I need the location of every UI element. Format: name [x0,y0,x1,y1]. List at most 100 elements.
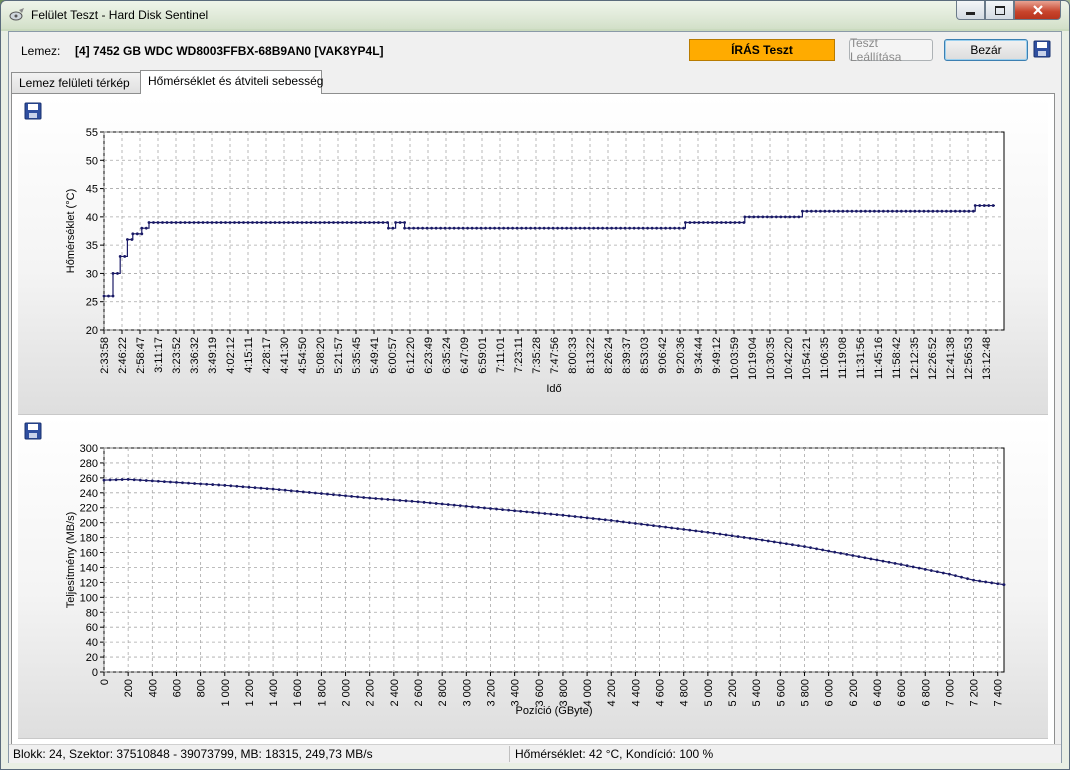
performance-point [537,511,541,515]
y-tick-label: 20 [86,325,98,337]
title-bar[interactable]: Felület Teszt - Hard Disk Sentinel [1,1,1069,29]
x-tick-label: 12:56:53 [963,337,975,380]
minimize-icon [966,11,975,15]
temperature-point [111,294,115,298]
performance-point [392,498,396,502]
temperature-point [628,226,631,230]
performance-point [791,543,794,547]
temperature-point [641,226,645,230]
x-tick-label: 11:45:16 [873,337,885,379]
performance-point [881,559,885,563]
x-tick-label: 6:23:49 [423,337,435,374]
performance-chart: 0 20 40 60 80 100 120 140 160 180 200 220 240 260 280 3… [65,443,1006,717]
x-tick-label: 1 000 [220,679,232,707]
x-tick-label: 6 800 [920,679,932,707]
window-title: Felület Teszt - Hard Disk Sentinel [31,8,209,22]
performance-point [362,496,366,499]
performance-point [978,579,982,583]
temperature-point [711,221,714,224]
performance-point [247,485,251,489]
temperature-point [403,221,406,224]
temperature-point [931,209,935,213]
x-tick-label: 800 [196,679,208,697]
tab-temperature-speed[interactable]: Hőmérséklet és átviteli sebesség [140,70,323,94]
performance-point [700,530,704,534]
performance-point [845,553,849,556]
y-tick-label: 0 [92,667,98,679]
temperature-point [743,215,747,219]
tab-surface-map[interactable]: Lemez felületi térkép [11,72,149,93]
x-tick-label: 7:23:11 [513,337,525,373]
temperature-point [391,226,395,230]
performance-point [319,492,323,495]
performance-point [205,482,209,486]
performance-point [784,542,788,546]
temperature-point [765,215,769,219]
performance-point [410,499,414,503]
performance-point [664,525,667,529]
x-tick-label: 3 400 [510,679,522,707]
y-tick-label: 35 [86,240,98,252]
performance-point [549,512,553,516]
x-tick-label: 4:41:30 [279,337,291,374]
temperature-point [904,209,908,213]
performance-point [235,484,239,488]
temperature-point [715,221,719,224]
performance-point [809,546,812,550]
temperature-point [511,226,514,230]
temperature-point [327,221,331,224]
temperature-point [416,226,420,230]
temperature-point [940,209,944,213]
performance-point [772,540,776,544]
save-temperature-chart-icon[interactable] [24,102,42,120]
temperature-point [116,272,119,275]
minimize-button[interactable] [956,1,985,20]
performance-point [857,555,861,559]
y-tick-label: 40 [86,637,98,649]
performance-point [966,577,969,581]
temperature-point [107,294,110,298]
x-tick-label: 7 400 [993,679,1005,707]
x-axis-label: Idő [546,383,561,395]
x-tick-label: 5 800 [799,679,811,707]
save-icon[interactable] [1033,40,1051,58]
x-tick-label: 11:19:08 [837,337,849,379]
temperature-point [963,209,966,213]
performance-point [416,500,420,504]
temperature-point [363,221,367,224]
performance-point [114,478,118,482]
maximize-button[interactable] [985,1,1014,20]
performance-point [223,483,227,487]
temperature-point [430,226,433,230]
close-window-button[interactable] [1014,1,1061,20]
x-tick-label: 6 600 [896,679,908,707]
performance-point [676,527,680,531]
x-tick-label: 5:49:41 [369,337,381,374]
performance-point [470,505,474,509]
performance-point [144,479,148,482]
x-tick-label: 8:26:24 [603,337,615,374]
performance-point [972,578,975,582]
performance-point [905,564,909,568]
temperature-point [368,221,371,224]
temperature-point [565,226,568,230]
temperature-point [135,232,139,236]
performance-point [265,487,269,490]
x-tick-label: 2:33:58 [99,337,111,374]
temperature-point [443,226,447,230]
temperature-point [797,215,801,219]
stop-test-button[interactable]: Teszt Leállítása [849,36,933,64]
temperature-point [305,221,308,224]
performance-point [301,490,305,494]
temperature-point [578,226,582,230]
close-button[interactable]: Bezár [944,39,1028,61]
performance-point [754,537,758,541]
performance-point [483,506,486,510]
save-performance-chart-icon[interactable] [24,422,42,440]
performance-point [778,541,782,545]
temperature-point [659,226,663,230]
x-tick-label: 2 800 [437,679,449,707]
temperature-point [720,221,723,224]
temperature-point [623,226,627,230]
temperature-point [224,221,227,224]
